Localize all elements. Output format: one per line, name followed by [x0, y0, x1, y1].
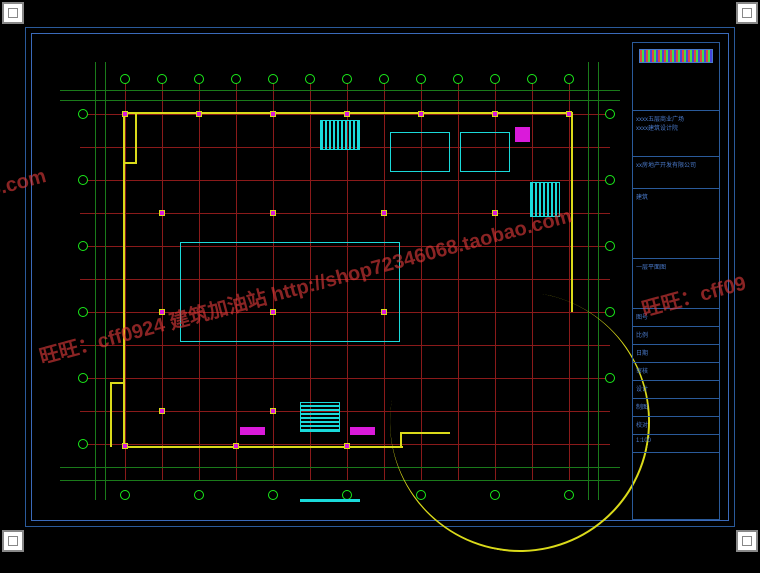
column: [270, 408, 276, 414]
column: [270, 210, 276, 216]
tb-company: xxxx五层商业广场 xxxx建筑设计院: [633, 111, 719, 157]
column: [492, 210, 498, 216]
room-block: [390, 132, 450, 172]
tb-field: 校对: [633, 417, 719, 435]
column: [344, 443, 350, 449]
column: [492, 111, 498, 117]
scale-bar: [300, 499, 360, 502]
column: [381, 210, 387, 216]
wall-se-step: [400, 432, 450, 434]
dim-line: [60, 100, 620, 101]
corner-tl: [2, 2, 24, 24]
plan-canvas: [40, 42, 630, 520]
detail: [240, 427, 265, 435]
dim-line: [105, 62, 106, 500]
tb-field: 制图: [633, 399, 719, 417]
axis-bubble: [78, 175, 88, 185]
sheet-border: xxxx五层商业广场 xxxx建筑设计院 xx房地产开发有限公司 建筑 一层平面…: [31, 33, 729, 521]
company-text: xxxx五层商业广场: [636, 114, 716, 123]
tb-field: 比例: [633, 327, 719, 345]
axis-bubble: [605, 175, 615, 185]
hatch-swatch: [639, 49, 713, 63]
tb-owner: xx房地产开发有限公司: [633, 157, 719, 189]
grid-row: [80, 180, 610, 181]
axis-bubble: [78, 439, 88, 449]
dim-line: [95, 62, 96, 500]
facade-curve: [369, 271, 670, 572]
axis-bubble: [78, 109, 88, 119]
column: [122, 443, 128, 449]
tb-field: 审核: [633, 363, 719, 381]
axis-bubble: [194, 74, 204, 84]
column: [566, 111, 572, 117]
detail: [350, 427, 375, 435]
column: [233, 443, 239, 449]
column: [270, 111, 276, 117]
column: [122, 111, 128, 117]
project-text: 建筑: [636, 192, 716, 201]
title-block: xxxx五层商业广场 xxxx建筑设计院 xx房地产开发有限公司 建筑 一层平面…: [632, 42, 720, 520]
axis-bubble: [194, 490, 204, 500]
corner-bl: [2, 530, 24, 552]
wall-proj-sw2: [110, 382, 125, 384]
column: [159, 408, 165, 414]
axis-bubble: [305, 74, 315, 84]
tb-logo: [633, 43, 719, 111]
axis-bubble: [416, 74, 426, 84]
axis-bubble: [231, 74, 241, 84]
wall-proj-sw: [110, 382, 112, 447]
wall-proj-nw: [135, 112, 137, 162]
axis-bubble: [78, 307, 88, 317]
axis-bubble: [268, 74, 278, 84]
axis-bubble: [564, 74, 574, 84]
column: [418, 111, 424, 117]
axis-bubble: [605, 241, 615, 251]
company-text2: xxxx建筑设计院: [636, 123, 716, 132]
axis-bubble: [120, 74, 130, 84]
axis-bubble: [78, 373, 88, 383]
stair-core: [320, 120, 360, 150]
axis-bubble: [605, 307, 615, 317]
axis-bubble: [157, 74, 167, 84]
axis-bubble: [605, 109, 615, 119]
detail: [515, 127, 530, 142]
corner-tr: [736, 2, 758, 24]
wall-proj-nw2: [123, 162, 137, 164]
room-block: [180, 242, 400, 342]
tb-drawing-name: 一层平面图: [633, 259, 719, 309]
dim-line: [60, 90, 620, 91]
tb-field: 图号: [633, 309, 719, 327]
axis-bubble: [379, 74, 389, 84]
wall-s: [123, 446, 403, 448]
axis-bubble: [490, 74, 500, 84]
tb-project: 建筑: [633, 189, 719, 259]
axis-bubble: [453, 74, 463, 84]
tb-scale: 1:100: [633, 435, 719, 453]
column: [196, 111, 202, 117]
axis-bubble: [78, 241, 88, 251]
tb-field: 设计: [633, 381, 719, 399]
stair-core: [300, 402, 340, 432]
grid-col: [125, 82, 126, 480]
wall-se-step2: [400, 432, 402, 448]
axis-bubble: [268, 490, 278, 500]
wall-e: [571, 112, 573, 312]
drawing-sheet: xxxx五层商业广场 xxxx建筑设计院 xx房地产开发有限公司 建筑 一层平面…: [25, 27, 735, 527]
owner-text: xx房地产开发有限公司: [636, 160, 716, 169]
grid-col: [162, 82, 163, 480]
drawing-title: 一层平面图: [636, 262, 716, 271]
room-block: [460, 132, 510, 172]
stair-core: [530, 182, 560, 217]
axis-bubble: [120, 490, 130, 500]
axis-bubble: [527, 74, 537, 84]
tb-field: 日期: [633, 345, 719, 363]
column: [159, 210, 165, 216]
axis-bubble: [342, 74, 352, 84]
column: [159, 309, 165, 315]
corner-br: [736, 530, 758, 552]
column: [344, 111, 350, 117]
